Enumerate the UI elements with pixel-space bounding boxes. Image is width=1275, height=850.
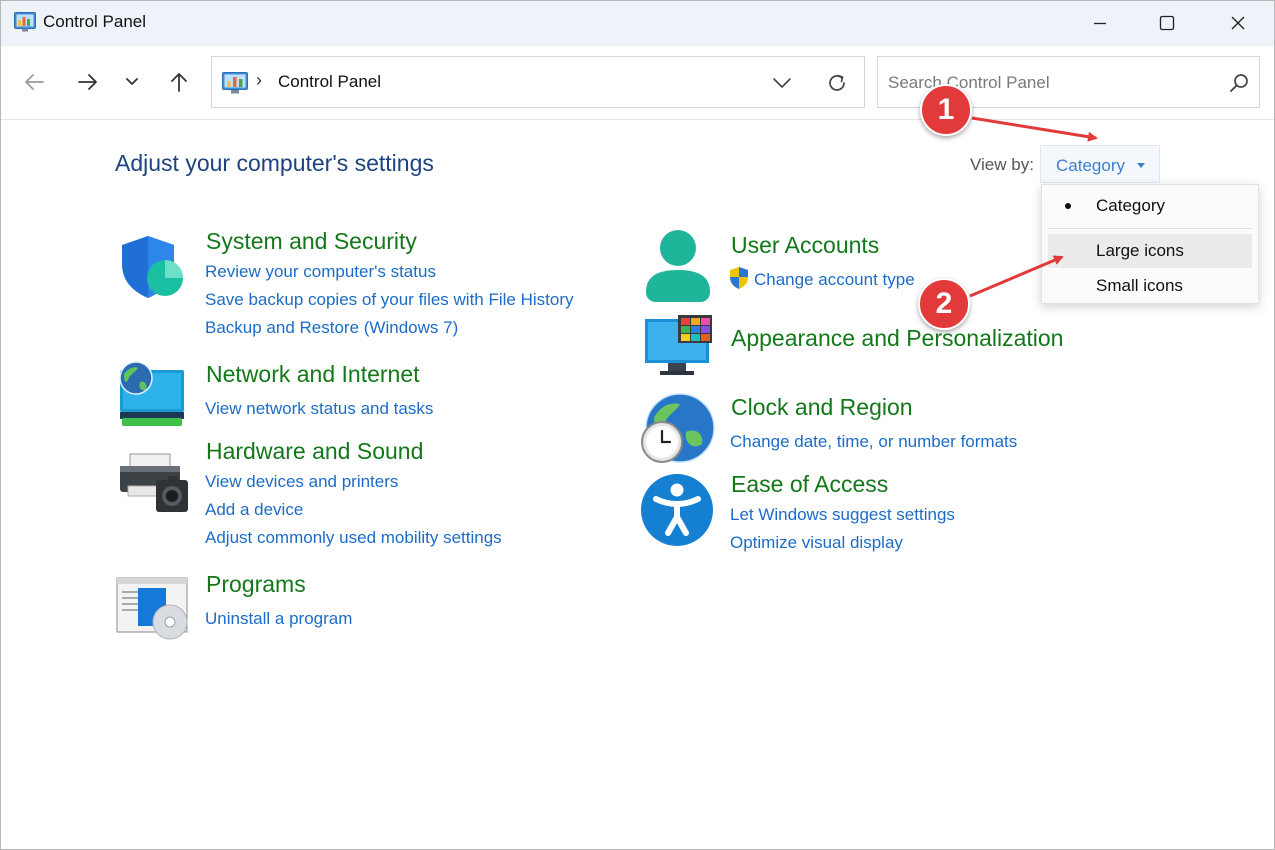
close-button[interactable] <box>1203 0 1273 46</box>
selected-bullet-icon <box>1065 203 1071 209</box>
menu-item-large-icons[interactable]: Large icons <box>1048 234 1252 268</box>
back-button[interactable] <box>16 66 52 98</box>
menu-item-label: Large icons <box>1096 241 1184 260</box>
link-add-device[interactable]: Add a device <box>205 500 303 520</box>
page-title: Adjust your computer's settings <box>115 150 434 176</box>
category-title-system-security[interactable]: System and Security <box>206 228 417 255</box>
annotation-arrows <box>969 116 1098 298</box>
view-by-label: View by: <box>970 155 1034 174</box>
chevron-down-icon <box>126 78 138 85</box>
category-title-programs[interactable]: Programs <box>206 571 306 598</box>
annotation-marker-1: 1 <box>920 84 972 136</box>
link-change-account-type[interactable]: Change account type <box>754 270 915 290</box>
up-arrow-icon <box>171 73 187 92</box>
link-backup-restore[interactable]: Backup and Restore (Windows 7) <box>205 318 458 338</box>
menu-item-label: Small icons <box>1096 276 1183 295</box>
navigation-toolbar: › Control Panel <box>0 46 1275 120</box>
window-title: Control Panel <box>43 12 147 31</box>
close-icon <box>1231 16 1245 30</box>
category-title-network[interactable]: Network and Internet <box>206 361 420 388</box>
clock-globe-icon <box>641 393 715 463</box>
view-by-value: Category <box>1056 156 1125 175</box>
up-button[interactable] <box>161 66 197 98</box>
menu-item-category[interactable]: Category <box>1048 189 1252 223</box>
maximize-icon <box>1159 15 1175 31</box>
category-title-hardware[interactable]: Hardware and Sound <box>206 438 423 465</box>
link-date-time-formats[interactable]: Change date, time, or number formats <box>730 432 1017 452</box>
address-bar[interactable]: › Control Panel <box>211 56 865 108</box>
maximize-button[interactable] <box>1132 0 1202 46</box>
annotation-marker-2: 2 <box>918 278 970 330</box>
chevron-down-icon <box>773 78 791 88</box>
view-by-menu: Category Large icons Small icons <box>1041 184 1259 304</box>
accessibility-icon <box>641 474 713 546</box>
category-title-ease-of-access[interactable]: Ease of Access <box>731 471 888 498</box>
programs-icon <box>116 577 188 640</box>
annotation-arrow-1 <box>971 116 1098 142</box>
refresh-button[interactable] <box>822 69 852 97</box>
menu-divider <box>1048 228 1252 229</box>
breadcrumb-separator: › <box>256 70 262 90</box>
link-devices-printers[interactable]: View devices and printers <box>205 472 398 492</box>
window-frame <box>0 0 1275 850</box>
control-panel-app-icon <box>14 12 36 32</box>
menu-item-label: Category <box>1096 196 1165 215</box>
view-by-dropdown[interactable]: Category <box>1040 145 1160 183</box>
caret-down-icon <box>1137 163 1145 168</box>
link-mobility-settings[interactable]: Adjust commonly used mobility settings <box>205 528 502 548</box>
title-bar: Control Panel <box>0 0 1275 46</box>
appearance-monitor-icon <box>645 315 712 375</box>
link-suggest-settings[interactable]: Let Windows suggest settings <box>730 505 955 525</box>
forward-button[interactable] <box>70 66 106 98</box>
link-optimize-display[interactable]: Optimize visual display <box>730 533 903 553</box>
network-globe-icon <box>119 361 184 426</box>
search-icon <box>1230 74 1248 92</box>
shield-icon <box>122 236 183 298</box>
control-panel-icon <box>222 72 248 94</box>
link-file-history[interactable]: Save backup copies of your files with Fi… <box>205 290 574 310</box>
forward-arrow-icon <box>78 74 97 90</box>
category-title-appearance[interactable]: Appearance and Personalization <box>731 325 1063 352</box>
printer-icon <box>120 453 188 512</box>
user-avatar-icon <box>646 230 710 302</box>
back-arrow-icon <box>25 74 44 90</box>
refresh-icon <box>829 74 845 91</box>
minimize-button[interactable] <box>1065 0 1135 46</box>
category-title-clock[interactable]: Clock and Region <box>731 394 913 421</box>
category-title-user-accounts[interactable]: User Accounts <box>731 232 879 259</box>
uac-shield-icon <box>730 267 748 289</box>
recent-locations-button[interactable] <box>114 66 150 98</box>
breadcrumb-control-panel[interactable]: Control Panel <box>278 72 381 92</box>
link-review-status[interactable]: Review your computer's status <box>205 262 436 282</box>
link-uninstall-program[interactable]: Uninstall a program <box>205 609 352 629</box>
minimize-icon <box>1094 22 1106 25</box>
address-history-button[interactable] <box>768 71 796 95</box>
menu-item-small-icons[interactable]: Small icons <box>1048 269 1252 303</box>
link-network-status[interactable]: View network status and tasks <box>205 399 433 419</box>
